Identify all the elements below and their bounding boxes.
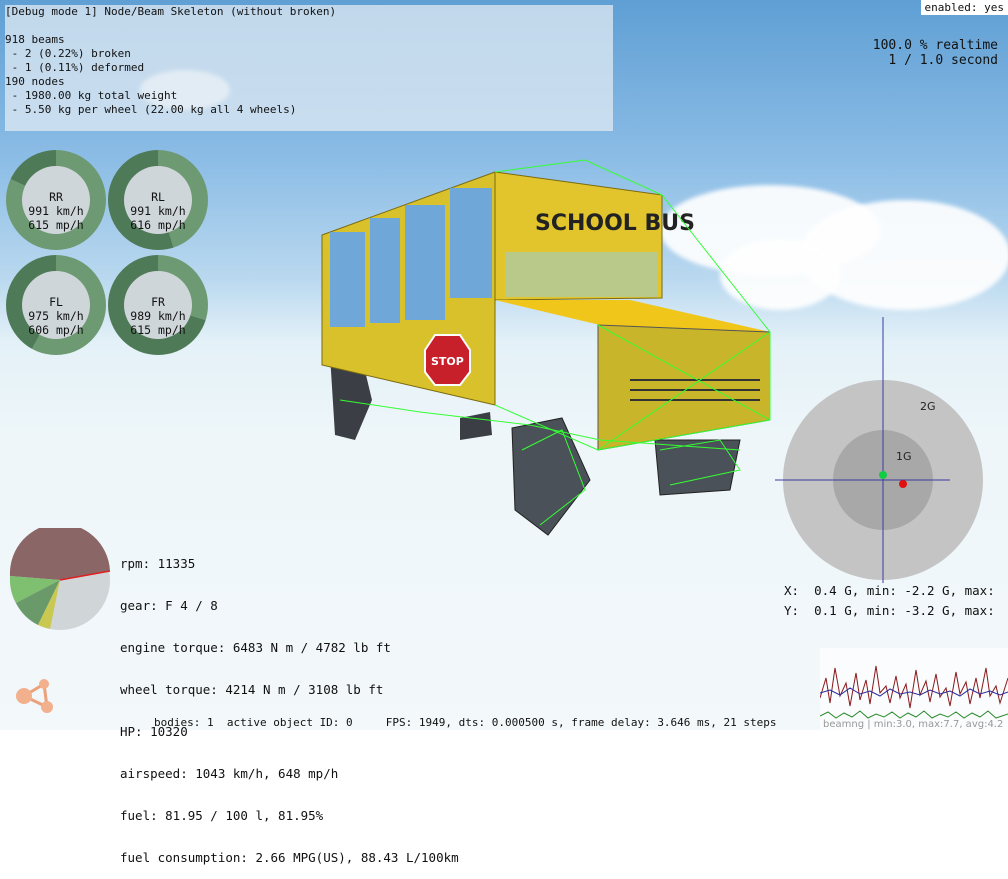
stat-rpm: rpm: 11335 — [120, 556, 196, 571]
wheel-kmh: 991 km/h — [130, 204, 186, 218]
bus-window — [450, 188, 492, 298]
graph-caption: beamng | min:3.0, max:7.7, avg:4.2 — [823, 719, 1004, 730]
g-y-readout: Y: 0.1 G, min: -3.2 G, max: — [784, 603, 995, 618]
engine-stats: rpm: 11335 gear: F 4 / 8 engine torque: … — [120, 529, 459, 879]
stat-fuel-consumption: fuel consumption: 2.66 MPG(US), 88.43 L/… — [120, 850, 459, 865]
wheel-gauge-fr: FR 989 km/h 615 mp/h — [108, 255, 208, 355]
wheel-rear-right — [460, 412, 492, 440]
realtime-percent: 100.0 % realtime — [872, 38, 998, 53]
beamng-logo-icon — [16, 679, 53, 713]
stat-engine-torque: engine torque: 6483 N m / 4782 lb ft — [120, 640, 391, 655]
debug-line: - 5.50 kg per wheel (22.00 kg all 4 whee… — [5, 103, 297, 116]
enabled-status: enabled: yes — [920, 0, 1008, 15]
wheel-mph: 615 mp/h — [130, 323, 186, 337]
g-meter-2g-label: 2G — [920, 400, 936, 413]
g-meter-1g-label: 1G — [896, 450, 912, 463]
wheel-name: RL — [151, 190, 165, 204]
stat-fuel: fuel: 81.95 / 100 l, 81.95% — [120, 808, 324, 823]
stop-sign-label: STOP — [431, 355, 464, 368]
wheel-gauge-rr: RR 991 km/h 615 mp/h — [6, 150, 106, 250]
bus-window — [330, 232, 365, 327]
vehicle-view[interactable]: SCHOOL BUS STOP — [300, 150, 780, 550]
wheel-kmh: 991 km/h — [28, 204, 84, 218]
bus-grill — [597, 324, 771, 451]
performance-graph — [819, 648, 1008, 730]
debug-line: - 2 (0.22%) broken — [5, 47, 131, 60]
status-bar: bodies: 1 active object ID: 0 FPS: 1949,… — [154, 716, 777, 729]
g-meter: 2G 1G — [775, 317, 983, 583]
school-bus-sign: SCHOOL BUS — [535, 211, 695, 236]
debug-line: - 1 (0.11%) deformed — [5, 61, 145, 74]
wheel-kmh: 975 km/h — [28, 309, 84, 323]
wheel-mph: 615 mp/h — [28, 218, 84, 232]
wheel-gauge-fl: FL 975 km/h 606 mp/h — [6, 255, 106, 355]
g-meter-current-dot — [899, 480, 907, 488]
debug-title: [Debug mode 1] Node/Beam Skeleton (witho… — [5, 5, 337, 18]
debug-line: 918 beams — [5, 33, 65, 46]
g-meter-center-dot — [879, 471, 887, 479]
wheel-name: FL — [49, 295, 63, 309]
wheel-kmh: 989 km/h — [130, 309, 186, 323]
wheel-mph: 616 mp/h — [130, 218, 186, 232]
realtime-seconds: 1 / 1.0 second — [888, 53, 998, 68]
realtime-readout: 100.0 % realtime 1 / 1.0 second — [873, 38, 998, 68]
stat-wheel-torque: wheel torque: 4214 N m / 3108 lb ft — [120, 682, 384, 697]
bus-window — [405, 205, 445, 320]
wheel-gauge-rl: RL 991 km/h 616 mp/h — [108, 150, 208, 250]
g-x-readout: X: 0.4 G, min: -2.2 G, max: — [784, 583, 995, 598]
bus-window — [370, 218, 400, 323]
stat-airspeed: airspeed: 1043 km/h, 648 mp/h — [120, 766, 339, 781]
wheel-name: RR — [49, 190, 63, 204]
wheel-name: FR — [151, 295, 165, 309]
bus-windshield — [505, 252, 657, 297]
wheel-mph: 606 mp/h — [28, 323, 84, 337]
debug-line: - 1980.00 kg total weight — [5, 89, 178, 102]
debug-panel: [Debug mode 1] Node/Beam Skeleton (witho… — [5, 5, 613, 131]
cloud — [800, 200, 1008, 310]
debug-line: 190 nodes — [5, 75, 65, 88]
engine-pie-gauge — [9, 528, 111, 630]
stat-gear: gear: F 4 / 8 — [120, 598, 218, 613]
